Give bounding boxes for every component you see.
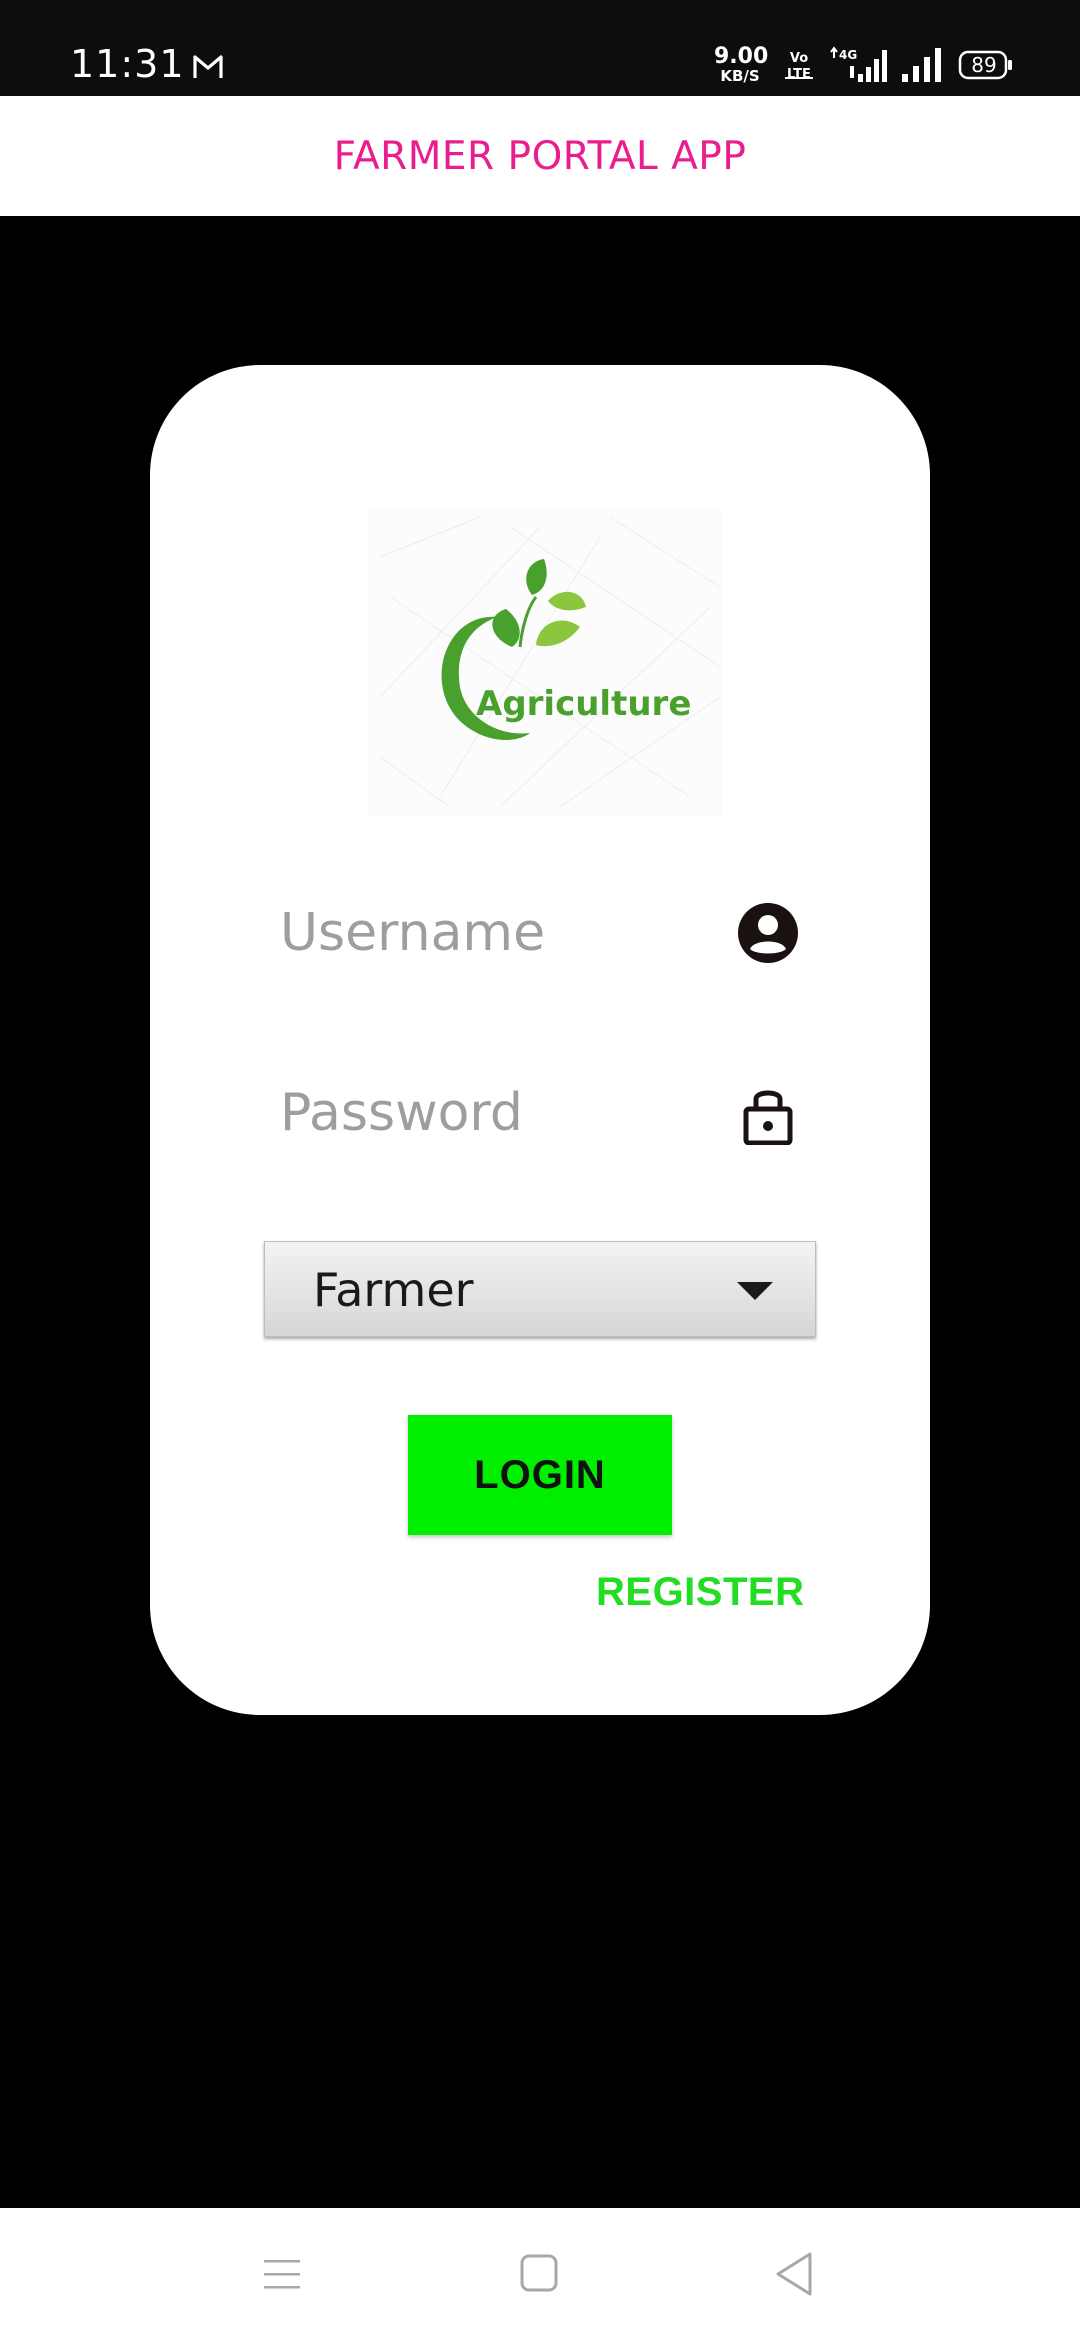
network-speed: 9.00 KB/S [714,44,769,85]
lock-icon [743,1090,793,1145]
svg-text:Vo: Vo [790,51,808,66]
svg-text:4G: 4G [839,48,857,62]
role-selected-value: Farmer [313,1263,474,1317]
login-card: Agriculture Farmer LOGIN REGISTER [150,365,930,1715]
signal-icon [902,48,941,82]
login-button[interactable]: LOGIN [408,1415,672,1535]
password-input[interactable] [280,1063,710,1163]
agriculture-logo: Agriculture [368,507,722,817]
volte-icon: Vo LTE [785,51,813,82]
status-time: 11:31 [70,42,185,86]
home-square-icon[interactable] [510,2244,570,2304]
network-speed-value: 9.00 [714,44,769,69]
svg-text:LTE: LTE [787,67,811,82]
chevron-down-icon [737,1282,773,1300]
logo-text: Agriculture [476,684,691,724]
password-field [280,1063,800,1163]
register-link[interactable]: REGISTER [596,1570,804,1615]
account-circle-icon [738,903,798,963]
app-bar: FARMER PORTAL APP [0,96,1080,216]
username-field [280,883,800,983]
network-speed-unit: KB/S [720,67,760,85]
battery-level: 89 [971,53,997,77]
menu-icon[interactable] [252,2244,312,2304]
username-input[interactable] [280,883,710,983]
status-bar: 11:31 9.00 KB/S Vo LTE 4G 89 [0,0,1080,96]
role-select[interactable]: Farmer [264,1241,816,1337]
gmail-icon [193,55,223,78]
app-title: FARMER PORTAL APP [333,133,747,179]
signal-4g-icon: 4G [830,46,887,82]
back-triangle-icon[interactable] [766,2244,826,2304]
navigation-bar [0,2208,1080,2340]
